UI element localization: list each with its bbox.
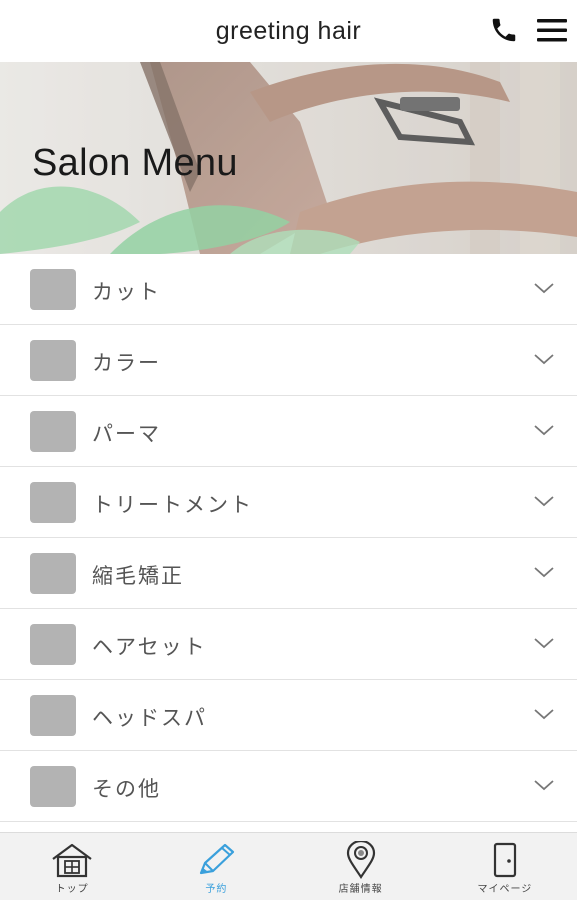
chevron-down-icon: [534, 354, 554, 365]
menu-item-label: ヘッドスパ: [92, 706, 207, 730]
hamburger-menu-icon: [537, 19, 567, 42]
tab-store-info[interactable]: 店舗情報: [289, 833, 433, 900]
tab-reservation[interactable]: 予約: [144, 833, 288, 900]
chevron-down-icon: [534, 567, 554, 578]
tab-label: 予約: [205, 884, 228, 895]
menu-item-thumbnail: [30, 340, 76, 381]
menu-item-label: パーマ: [92, 422, 161, 446]
salon-menu-list: カット カラー パーマ トリートメント 縮毛矯正 ヘアセット ヘッドスパ その他: [0, 254, 577, 822]
tab-label: トップ: [55, 884, 89, 895]
tab-label: 店舗情報: [338, 884, 383, 895]
chevron-down-icon: [534, 283, 554, 294]
menu-item-label: ヘアセット: [92, 635, 207, 659]
menu-item-thumbnail: [30, 411, 76, 452]
menu-item-color[interactable]: カラー: [0, 325, 577, 396]
menu-item-other[interactable]: その他: [0, 751, 577, 822]
hamburger-menu-button[interactable]: [534, 12, 570, 48]
menu-item-thumbnail: [30, 482, 76, 523]
menu-item-perm[interactable]: パーマ: [0, 396, 577, 467]
menu-item-label: カラー: [92, 351, 161, 375]
menu-item-thumbnail: [30, 553, 76, 594]
menu-item-label: 縮毛矯正: [92, 564, 184, 588]
app-header: greeting hair: [0, 0, 577, 62]
menu-item-label: トリートメント: [92, 493, 253, 517]
door-icon: [493, 842, 516, 878]
pencil-icon: [200, 843, 235, 875]
map-pin-icon: [346, 841, 375, 879]
menu-item-thumbnail: [30, 695, 76, 736]
menu-item-straightening[interactable]: 縮毛矯正: [0, 538, 577, 609]
page-title: Salon Menu: [32, 142, 238, 184]
menu-item-hair-set[interactable]: ヘアセット: [0, 609, 577, 680]
menu-item-thumbnail: [30, 624, 76, 665]
tab-label: マイページ: [477, 884, 533, 895]
phone-icon: [492, 18, 516, 42]
phone-button[interactable]: [486, 12, 522, 48]
chevron-down-icon: [534, 709, 554, 720]
menu-item-thumbnail: [30, 269, 76, 310]
menu-item-thumbnail: [30, 766, 76, 807]
hero-banner: Salon Menu: [0, 62, 577, 254]
tab-my-page[interactable]: マイページ: [433, 833, 577, 900]
menu-item-cut[interactable]: カット: [0, 254, 577, 325]
menu-item-label: その他: [92, 777, 161, 801]
menu-item-head-spa[interactable]: ヘッドスパ: [0, 680, 577, 751]
chevron-down-icon: [534, 780, 554, 791]
bottom-tab-bar: トップ 予約 店舗情報 マイページ: [0, 832, 577, 900]
chevron-down-icon: [534, 638, 554, 649]
tab-top[interactable]: トップ: [0, 833, 144, 900]
chevron-down-icon: [534, 425, 554, 436]
app-title: greeting hair: [215, 16, 362, 45]
chevron-down-icon: [534, 496, 554, 507]
menu-item-treatment[interactable]: トリートメント: [0, 467, 577, 538]
home-icon: [52, 843, 92, 878]
menu-item-label: カット: [92, 280, 161, 304]
